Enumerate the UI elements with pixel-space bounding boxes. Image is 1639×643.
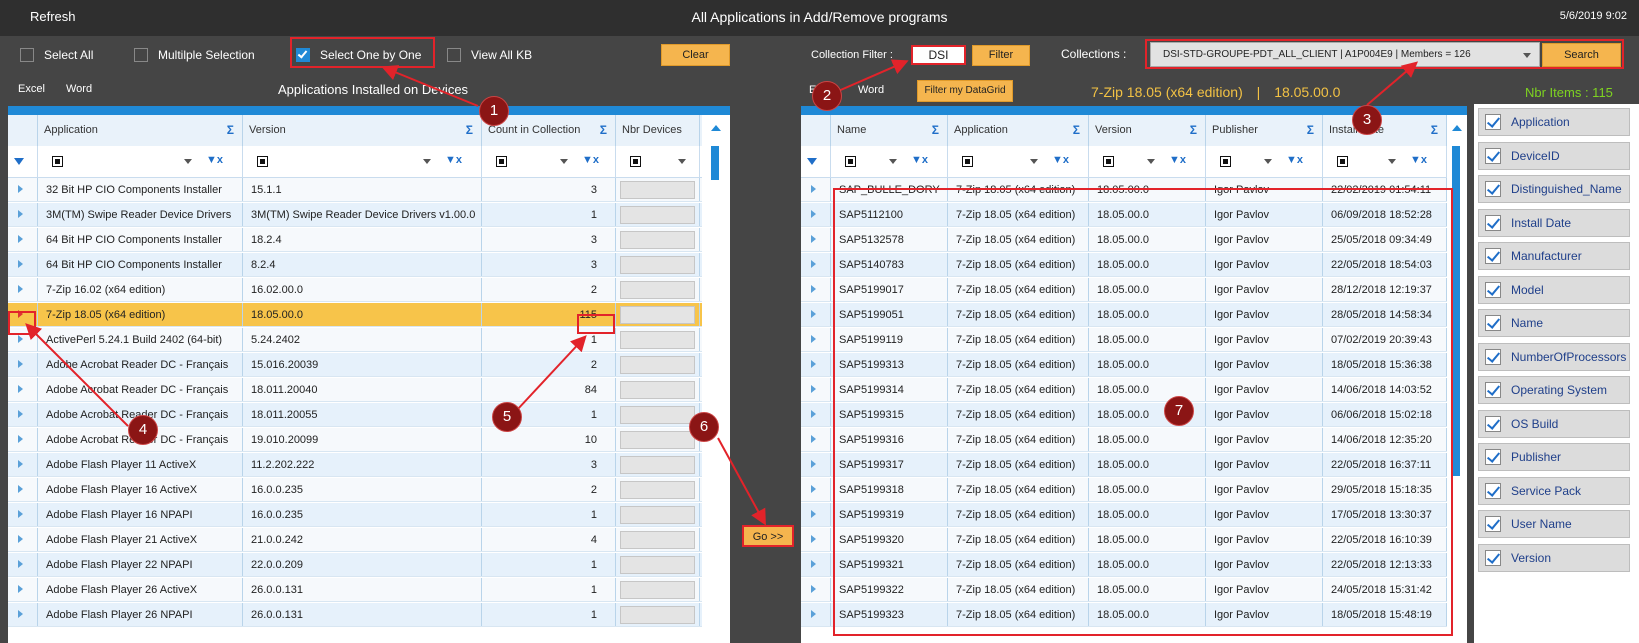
marker-1: 1 <box>479 96 509 126</box>
annotation-box-row-indicator <box>8 311 36 335</box>
arrow-1 <box>381 65 479 107</box>
arrow-2 <box>835 59 909 93</box>
arrow-3 <box>1366 61 1419 106</box>
arrow-5 <box>516 335 587 411</box>
arrow-4 <box>25 323 129 427</box>
marker-6: 6 <box>689 412 719 442</box>
marker-2: 2 <box>812 81 842 111</box>
marker-5: 5 <box>492 402 522 432</box>
marker-7: 7 <box>1164 396 1194 426</box>
marker-3: 3 <box>1352 105 1382 135</box>
marker-4: 4 <box>128 415 158 445</box>
annotation-box-count <box>577 314 615 334</box>
arrow-6 <box>717 437 766 526</box>
